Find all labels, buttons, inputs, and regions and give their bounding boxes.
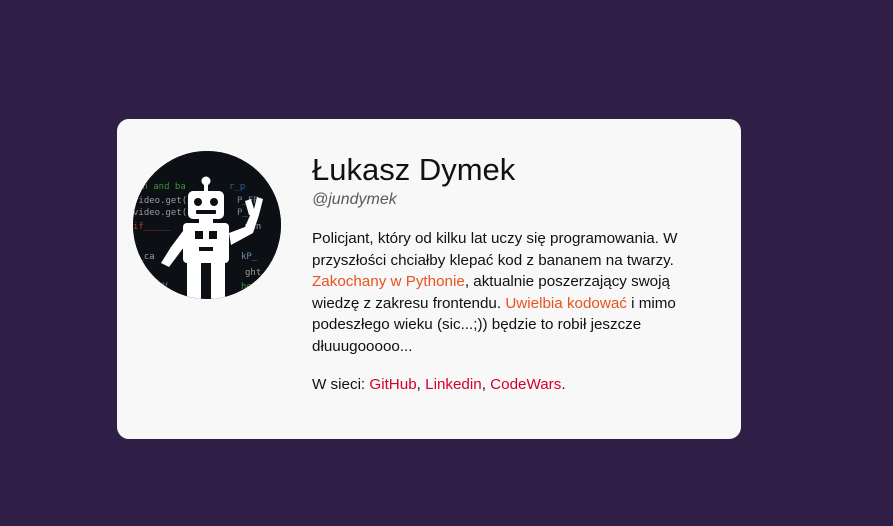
social-suffix: .	[561, 376, 566, 393]
social-separator: ,	[481, 376, 491, 393]
svg-text:r_ca: r_ca	[133, 252, 155, 262]
profile-name: Łukasz Dymek	[312, 152, 516, 187]
profile-card: ch and ba r_p video.get( P_FR video.get(…	[117, 119, 741, 439]
svg-text:ch and ba: ch and ba	[137, 182, 186, 192]
profile-bio: Policjant, który od kilku lat uczy się p…	[312, 228, 704, 357]
codewars-link[interactable]: CodeWars	[490, 376, 561, 393]
svg-text:he: he	[241, 282, 252, 292]
svg-text:video.get(c: video.get(c	[133, 208, 193, 218]
robot-avatar-icon: ch and ba r_p video.get( P_FR video.get(…	[133, 151, 281, 299]
profile-content: Łukasz Dymek @jundymek Policjant, który …	[312, 152, 712, 396]
avatar: ch and ba r_p video.get( P_FR video.get(…	[133, 151, 281, 299]
social-prefix: W sieci:	[312, 376, 370, 393]
svg-text:CV_: CV_	[157, 282, 174, 292]
social-separator: ,	[416, 376, 426, 393]
svg-text:video.get(: video.get(	[133, 196, 187, 206]
svg-text:if_____: if_____	[133, 222, 172, 232]
bio-highlight-coding: Uwielbia kodować	[505, 294, 627, 312]
svg-text:r_p: r_p	[229, 182, 245, 192]
svg-text:ght: ght	[245, 268, 261, 278]
svg-text:kP_: kP_	[241, 252, 258, 262]
svg-text:mi: mi	[133, 268, 144, 278]
bio-text-1: Policjant, który od kilku lat uczy się p…	[312, 230, 678, 269]
github-link[interactable]: GitHub	[369, 376, 416, 393]
profile-handle: @jundymek	[312, 191, 397, 208]
linkedin-link[interactable]: Linkedin	[425, 376, 482, 393]
bio-highlight-python: Zakochany w Pythonie	[312, 273, 465, 290]
social-links: W sieci: GitHub, Linkedin, CodeWars.	[312, 374, 712, 396]
